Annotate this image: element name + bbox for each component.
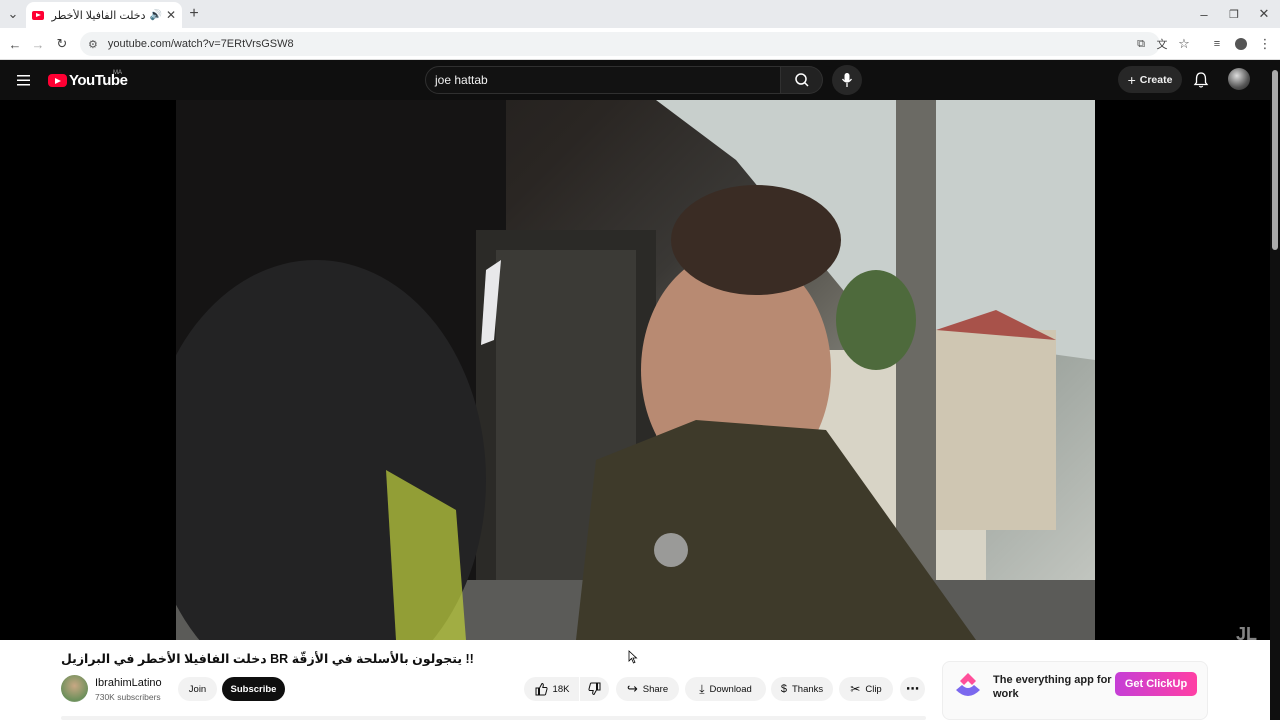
- country-code: MA: [113, 70, 122, 76]
- clip-label: Clip: [865, 683, 882, 695]
- join-button[interactable]: Join: [178, 677, 217, 701]
- more-actions-button[interactable]: ⋯: [900, 677, 925, 701]
- thumbs-up-icon: [535, 682, 548, 696]
- browser-tab[interactable]: ✕ 🔊 دخلت الفافيلا الأخطر في البرا: [26, 2, 182, 28]
- hamburger-menu-icon[interactable]: [15, 72, 33, 88]
- minimize-icon[interactable]: –: [1194, 4, 1214, 24]
- clip-button[interactable]: ✂ Clip: [839, 677, 893, 701]
- menu-kebab-icon[interactable]: ⋮: [1255, 34, 1275, 54]
- youtube-logo-icon[interactable]: [48, 74, 67, 87]
- description-box-edge: [61, 716, 926, 720]
- ad-cta-label: Get ClickUp: [1124, 678, 1188, 690]
- download-button[interactable]: ⤓ Download: [685, 677, 766, 701]
- account-avatar[interactable]: [1228, 68, 1250, 90]
- youtube-page: YouTube MA joe hattab + Create JL !! يتج…: [0, 60, 1280, 720]
- tab-title: دخلت الفافيلا الأخطر في البرا: [50, 9, 146, 22]
- search-input[interactable]: joe hattab: [425, 66, 781, 94]
- translate-icon[interactable]: 文: [1152, 34, 1172, 54]
- back-icon[interactable]: ←: [5, 34, 25, 54]
- speaker-icon[interactable]: 🔊: [149, 10, 161, 21]
- close-tab-icon[interactable]: ✕: [166, 8, 176, 22]
- like-count: 18K: [552, 683, 570, 695]
- scissors-icon: ✂: [850, 682, 861, 696]
- close-window-icon[interactable]: ✕: [1254, 4, 1274, 24]
- sponsored-ad[interactable]: The everything app for work Get ClickUp: [942, 661, 1208, 720]
- bookmark-star-icon[interactable]: ☆: [1174, 34, 1194, 54]
- url-input[interactable]: ⚙ youtube.com/watch?v=7ERtVrsGSW8: [80, 32, 1160, 56]
- dislike-button[interactable]: [580, 677, 609, 701]
- reading-list-icon[interactable]: ≡: [1207, 34, 1227, 54]
- browser-tab-strip: ⌄ ✕ 🔊 دخلت الفافيلا الأخطر في البرا + – …: [0, 0, 1280, 28]
- profile-icon[interactable]: [1231, 34, 1251, 54]
- youtube-favicon-icon: [32, 10, 44, 20]
- reload-icon[interactable]: ↻: [52, 34, 72, 54]
- like-button[interactable]: 18K: [524, 677, 579, 701]
- search-button[interactable]: [781, 66, 823, 94]
- channel-name[interactable]: IbrahimLatino: [95, 677, 162, 689]
- search-icon: [794, 73, 809, 87]
- notifications-bell-icon[interactable]: [1192, 71, 1210, 89]
- clickup-logo-icon: [956, 673, 980, 696]
- channel-avatar[interactable]: [61, 675, 88, 702]
- thanks-label: Thanks: [791, 683, 824, 695]
- more-horizontal-icon: ⋯: [906, 681, 919, 696]
- create-button[interactable]: + Create: [1118, 66, 1182, 93]
- subscribe-button[interactable]: Subscribe: [222, 677, 285, 701]
- share-icon: ↪: [626, 681, 638, 696]
- new-tab-icon[interactable]: +: [184, 4, 204, 24]
- video-frame[interactable]: [176, 100, 1095, 640]
- tab-search-icon[interactable]: ⌄: [3, 4, 23, 24]
- download-icon: ⤓: [699, 681, 705, 696]
- forward-icon[interactable]: →: [28, 34, 48, 54]
- site-settings-icon[interactable]: ⚙: [88, 38, 98, 51]
- thumbs-down-icon: [587, 682, 600, 696]
- subscribe-label: Subscribe: [230, 683, 277, 695]
- video-scene-illustration: [176, 100, 1095, 640]
- plus-icon: +: [1127, 71, 1136, 88]
- subscriber-count: 730K subscribers: [95, 692, 161, 702]
- voice-search-button[interactable]: [832, 65, 862, 95]
- join-label: Join: [188, 683, 207, 695]
- url-text: youtube.com/watch?v=7ERtVrsGSW8: [107, 38, 294, 50]
- download-label: Download: [709, 683, 752, 695]
- restore-icon[interactable]: ❐: [1224, 4, 1244, 24]
- ad-headline: The everything app for work: [993, 674, 1112, 700]
- scrollbar-thumb[interactable]: [1272, 70, 1278, 250]
- thanks-button[interactable]: $ Thanks: [771, 677, 833, 701]
- share-button[interactable]: ↪ Share: [616, 677, 679, 701]
- super-thanks-icon: $: [780, 683, 787, 695]
- address-bar-row: ← → ↻ ⚙ youtube.com/watch?v=7ERtVrsGSW8 …: [0, 28, 1280, 60]
- masthead: YouTube MA joe hattab + Create: [0, 60, 1280, 100]
- share-label: Share: [642, 683, 669, 695]
- video-player[interactable]: JL: [0, 100, 1270, 644]
- create-label: Create: [1139, 73, 1173, 86]
- install-app-icon[interactable]: ⧉: [1131, 34, 1151, 54]
- ad-cta-button[interactable]: Get ClickUp: [1115, 672, 1197, 696]
- search-input-value: joe hattab: [435, 73, 488, 87]
- mouse-cursor-icon: [628, 650, 638, 664]
- video-title: !! يتجولون بالأسلحة في الأزقّة BR دخلت ا…: [61, 652, 474, 666]
- microphone-icon: [841, 73, 853, 87]
